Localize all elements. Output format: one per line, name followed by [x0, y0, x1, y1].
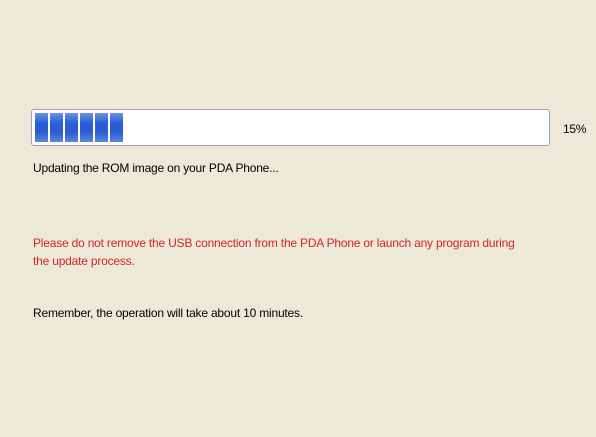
progress-segment: [65, 113, 78, 142]
update-progress-bar: [31, 109, 550, 146]
duration-notice: Remember, the operation will take about …: [33, 306, 303, 320]
progress-segment: [110, 113, 123, 142]
update-dialog: { "progress": { "percent_label": "15%", …: [0, 0, 596, 437]
status-message: Updating the ROM image on your PDA Phone…: [33, 161, 279, 175]
progress-segment: [80, 113, 93, 142]
warning-message: Please do not remove the USB connection …: [33, 236, 515, 268]
progress-fill: [35, 113, 123, 142]
progress-percent-label: 15%: [563, 122, 587, 136]
progress-segment: [50, 113, 63, 142]
progress-segment: [95, 113, 108, 142]
progress-segment: [35, 113, 48, 142]
